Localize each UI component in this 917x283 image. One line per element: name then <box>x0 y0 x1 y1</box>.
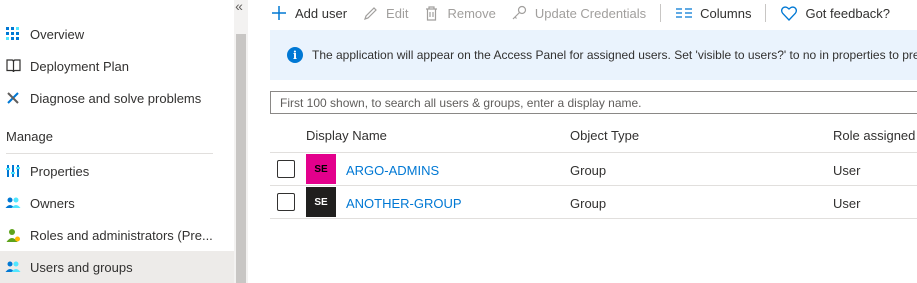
properties-icon <box>5 163 21 179</box>
row-role-assigned: User <box>833 163 861 178</box>
info-icon: i <box>287 47 303 63</box>
command-bar: Add user Edit Remove Update Credentials … <box>270 0 904 26</box>
info-banner: i The application will appear on the Acc… <box>270 30 917 80</box>
column-header-display-name[interactable]: Display Name <box>306 128 387 143</box>
person-role-icon <box>5 227 21 243</box>
remove-button[interactable]: Remove <box>422 1 496 25</box>
pencil-icon <box>361 4 379 22</box>
section-divider <box>6 153 213 154</box>
sidebar-item-users-groups[interactable]: Users and groups <box>0 251 234 283</box>
trash-icon <box>422 4 440 22</box>
wrench-icon <box>5 90 21 106</box>
sidebar-item-roles-admins[interactable]: Roles and administrators (Pre... <box>0 219 234 251</box>
sidebar-item-diagnose[interactable]: Diagnose and solve problems <box>0 82 234 114</box>
row-role-assigned: User <box>833 196 861 211</box>
toolbar-divider <box>765 4 767 22</box>
avatar: SE <box>306 154 336 184</box>
update-credentials-button[interactable]: Update Credentials <box>510 1 646 25</box>
section-header-manage: Manage <box>6 129 53 144</box>
sidebar-item-label: Overview <box>30 26 85 42</box>
update-credentials-label: Update Credentials <box>534 5 647 21</box>
sidebar-item-label: Roles and administrators (Pre... <box>30 227 213 243</box>
sidebar-item-overview[interactable]: Overview <box>0 18 234 50</box>
add-user-label: Add user <box>295 5 348 21</box>
column-header-role-assigned[interactable]: Role assigned <box>833 128 915 143</box>
remove-label: Remove <box>447 5 496 21</box>
columns-button[interactable]: Columns <box>675 1 751 25</box>
row-checkbox[interactable] <box>277 160 295 178</box>
table-row[interactable]: SE ANOTHER-GROUP Group User <box>270 186 917 219</box>
row-display-name[interactable]: ANOTHER-GROUP <box>346 196 462 211</box>
sidebar-scroll-thumb[interactable] <box>236 34 246 283</box>
key-icon <box>510 4 528 22</box>
sidebar-item-label: Properties <box>30 163 90 179</box>
row-object-type: Group <box>570 163 607 178</box>
table-row[interactable]: SE ARGO-ADMINS Group User <box>270 153 917 186</box>
edit-label: Edit <box>386 5 409 21</box>
sidebar-item-properties[interactable]: Properties <box>0 155 234 187</box>
feedback-label: Got feedback? <box>805 5 891 21</box>
sidebar-item-label: Users and groups <box>30 259 133 275</box>
toolbar-divider <box>660 4 662 22</box>
row-display-name[interactable]: ARGO-ADMINS <box>346 163 439 178</box>
sidebar-item-deployment-plan[interactable]: Deployment Plan <box>0 50 234 82</box>
row-object-type: Group <box>570 196 607 211</box>
search-input[interactable]: First 100 shown, to search all users & g… <box>270 91 917 114</box>
grid-icon <box>5 26 21 42</box>
avatar-initials: SE <box>314 196 328 208</box>
row-checkbox[interactable] <box>277 193 295 211</box>
people-icon <box>5 195 21 211</box>
avatar: SE <box>306 187 336 217</box>
collapse-sidebar-button[interactable]: « <box>232 0 246 13</box>
sidebar-item-label: Diagnose and solve problems <box>30 90 202 106</box>
people-icon <box>5 259 21 275</box>
add-user-button[interactable]: Add user <box>270 1 347 25</box>
book-icon <box>5 58 21 74</box>
sidebar-item-label: Deployment Plan <box>30 58 129 74</box>
plus-icon <box>270 4 288 22</box>
sidebar-item-label: Owners <box>30 195 75 211</box>
sidebar-item-owners[interactable]: Owners <box>0 187 234 219</box>
columns-label: Columns <box>700 5 752 21</box>
feedback-button[interactable]: Got feedback? <box>780 1 890 25</box>
columns-icon <box>675 4 693 22</box>
edit-button[interactable]: Edit <box>361 1 408 25</box>
info-banner-text: The application will appear on the Acces… <box>312 48 917 62</box>
heart-icon <box>780 4 798 22</box>
sidebar: Overview Deployment Plan Diagnose and so… <box>0 0 234 283</box>
column-header-object-type[interactable]: Object Type <box>570 128 639 143</box>
avatar-initials: SE <box>314 163 328 175</box>
